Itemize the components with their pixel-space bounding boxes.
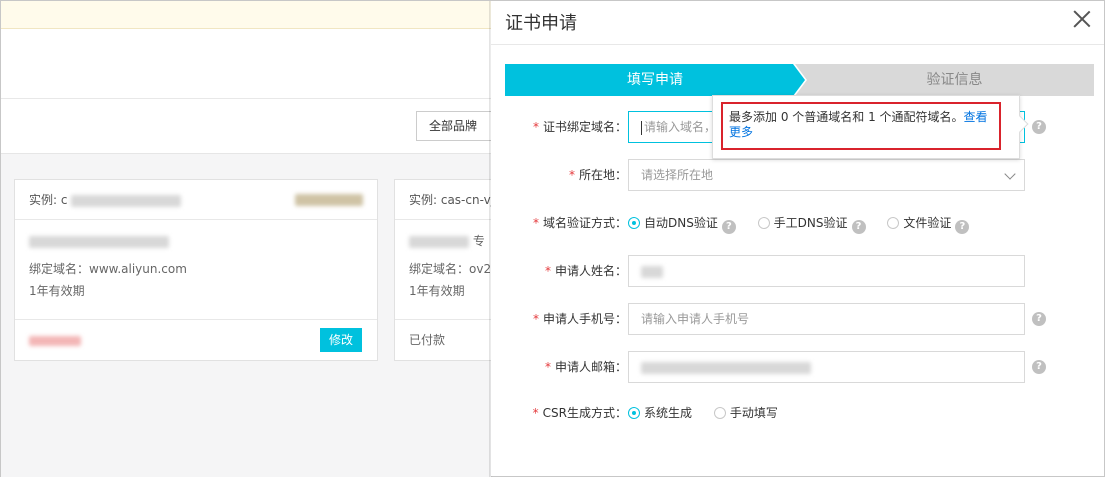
csr-method-row: * CSR生成方式： 系统生成 手动填写 — [491, 397, 1104, 429]
applicant-name-label: * 申请人姓名： — [544, 264, 627, 278]
applicant-name-row: * 申请人姓名： — [491, 255, 1104, 287]
notice-bar — [1, 1, 491, 29]
instance-label: 实例: cas-cn-vj — [409, 193, 495, 207]
card-header: 实例: c — [15, 180, 377, 220]
tooltip-text: 最多添加 0 个普通域名和 1 个通配符域名。 — [729, 110, 964, 124]
redacted-brand — [295, 194, 363, 206]
redacted-status — [29, 335, 81, 346]
close-icon[interactable] — [1072, 9, 1092, 29]
applicant-phone-label: * 申请人手机号： — [532, 312, 627, 326]
verify-method-radios: 自动DNS验证? 手工DNS验证? 文件验证? — [628, 207, 987, 239]
help-icon[interactable]: ? — [955, 220, 970, 234]
bound-domain: 绑定域名：ov2 — [409, 262, 492, 276]
applicant-email-row: * 申请人邮箱： ? — [491, 351, 1104, 383]
radio-auto-dns[interactable]: 自动DNS验证? — [628, 207, 736, 239]
step-verify-info: 验证信息 — [795, 64, 1094, 96]
step-indicator: 验证信息 填写申请 — [505, 64, 1094, 96]
radio-manual-fill[interactable]: 手动填写 — [713, 397, 778, 429]
drawer-title: 证书申请 — [505, 13, 577, 34]
radio-manual-dns[interactable]: 手工DNS验证? — [757, 207, 866, 239]
help-icon[interactable]: ? — [1032, 120, 1046, 134]
help-icon[interactable]: ? — [1032, 360, 1046, 374]
applicant-phone-row: * 申请人手机号： 请输入申请人手机号 ? — [491, 303, 1104, 335]
redacted-name — [409, 235, 469, 248]
edit-button[interactable]: 修改 — [320, 328, 362, 352]
domain-tooltip: 最多添加 0 个普通域名和 1 个通配符域名。查看更多 — [712, 95, 1029, 159]
help-icon[interactable]: ? — [721, 220, 736, 234]
instance-label: 实例: c — [29, 193, 68, 207]
card-footer: 修改 — [15, 320, 377, 360]
redacted-text — [71, 194, 182, 207]
domain-label: * 证书绑定域名： — [532, 120, 627, 134]
drawer-divider — [491, 44, 1104, 45]
radio-file[interactable]: 文件验证? — [887, 207, 970, 239]
applicant-email-label: * 申请人邮箱： — [544, 360, 627, 374]
chevron-down-icon — [1004, 168, 1016, 180]
card-body: 绑定域名：www.aliyun.com 1年有效期 — [15, 220, 377, 320]
tooltip-highlight-box: 最多添加 0 个普通域名和 1 个通配符域名。查看更多 — [721, 102, 1001, 150]
validity: 1年有效期 — [409, 284, 465, 298]
verify-method-label: * 域名验证方式： — [532, 216, 627, 230]
header-divider — [1, 98, 491, 99]
help-icon[interactable]: ? — [1032, 312, 1046, 326]
location-label: * 所在地： — [568, 168, 627, 182]
applicant-email-input[interactable] — [628, 351, 1025, 383]
certificate-application-drawer: 证书申请 验证信息 填写申请 * 证书绑定域名： 请输入域名， ? * 所在地： 请… — [491, 1, 1104, 476]
location-row: * 所在地： 请选择所在地 — [491, 159, 1104, 191]
help-icon[interactable]: ? — [851, 220, 866, 234]
csr-method-label: * CSR生成方式： — [532, 406, 627, 420]
step-fill-application: 填写申请 — [505, 64, 805, 96]
csr-method-radios: 系统生成 手动填写 — [628, 397, 796, 429]
status-text: 已付款 — [409, 333, 446, 347]
location-select[interactable]: 请选择所在地 — [628, 159, 1025, 191]
bound-domain: 绑定域名：www.aliyun.com — [29, 262, 187, 276]
applicant-phone-input[interactable]: 请输入申请人手机号 — [628, 303, 1025, 335]
validity: 1年有效期 — [29, 284, 85, 298]
verify-method-row: * 域名验证方式： 自动DNS验证? 手工DNS验证? 文件验证? — [491, 207, 1104, 239]
brand-filter-dropdown[interactable]: 全部品牌 — [416, 111, 496, 141]
redacted-name — [29, 235, 169, 248]
radio-system-generate[interactable]: 系统生成 — [628, 397, 692, 429]
applicant-name-input[interactable] — [628, 255, 1025, 287]
product-tag: 专 — [472, 234, 485, 248]
certificate-card: 实例: c 绑定域名：www.aliyun.com 1年有效期 修改 — [14, 179, 378, 361]
